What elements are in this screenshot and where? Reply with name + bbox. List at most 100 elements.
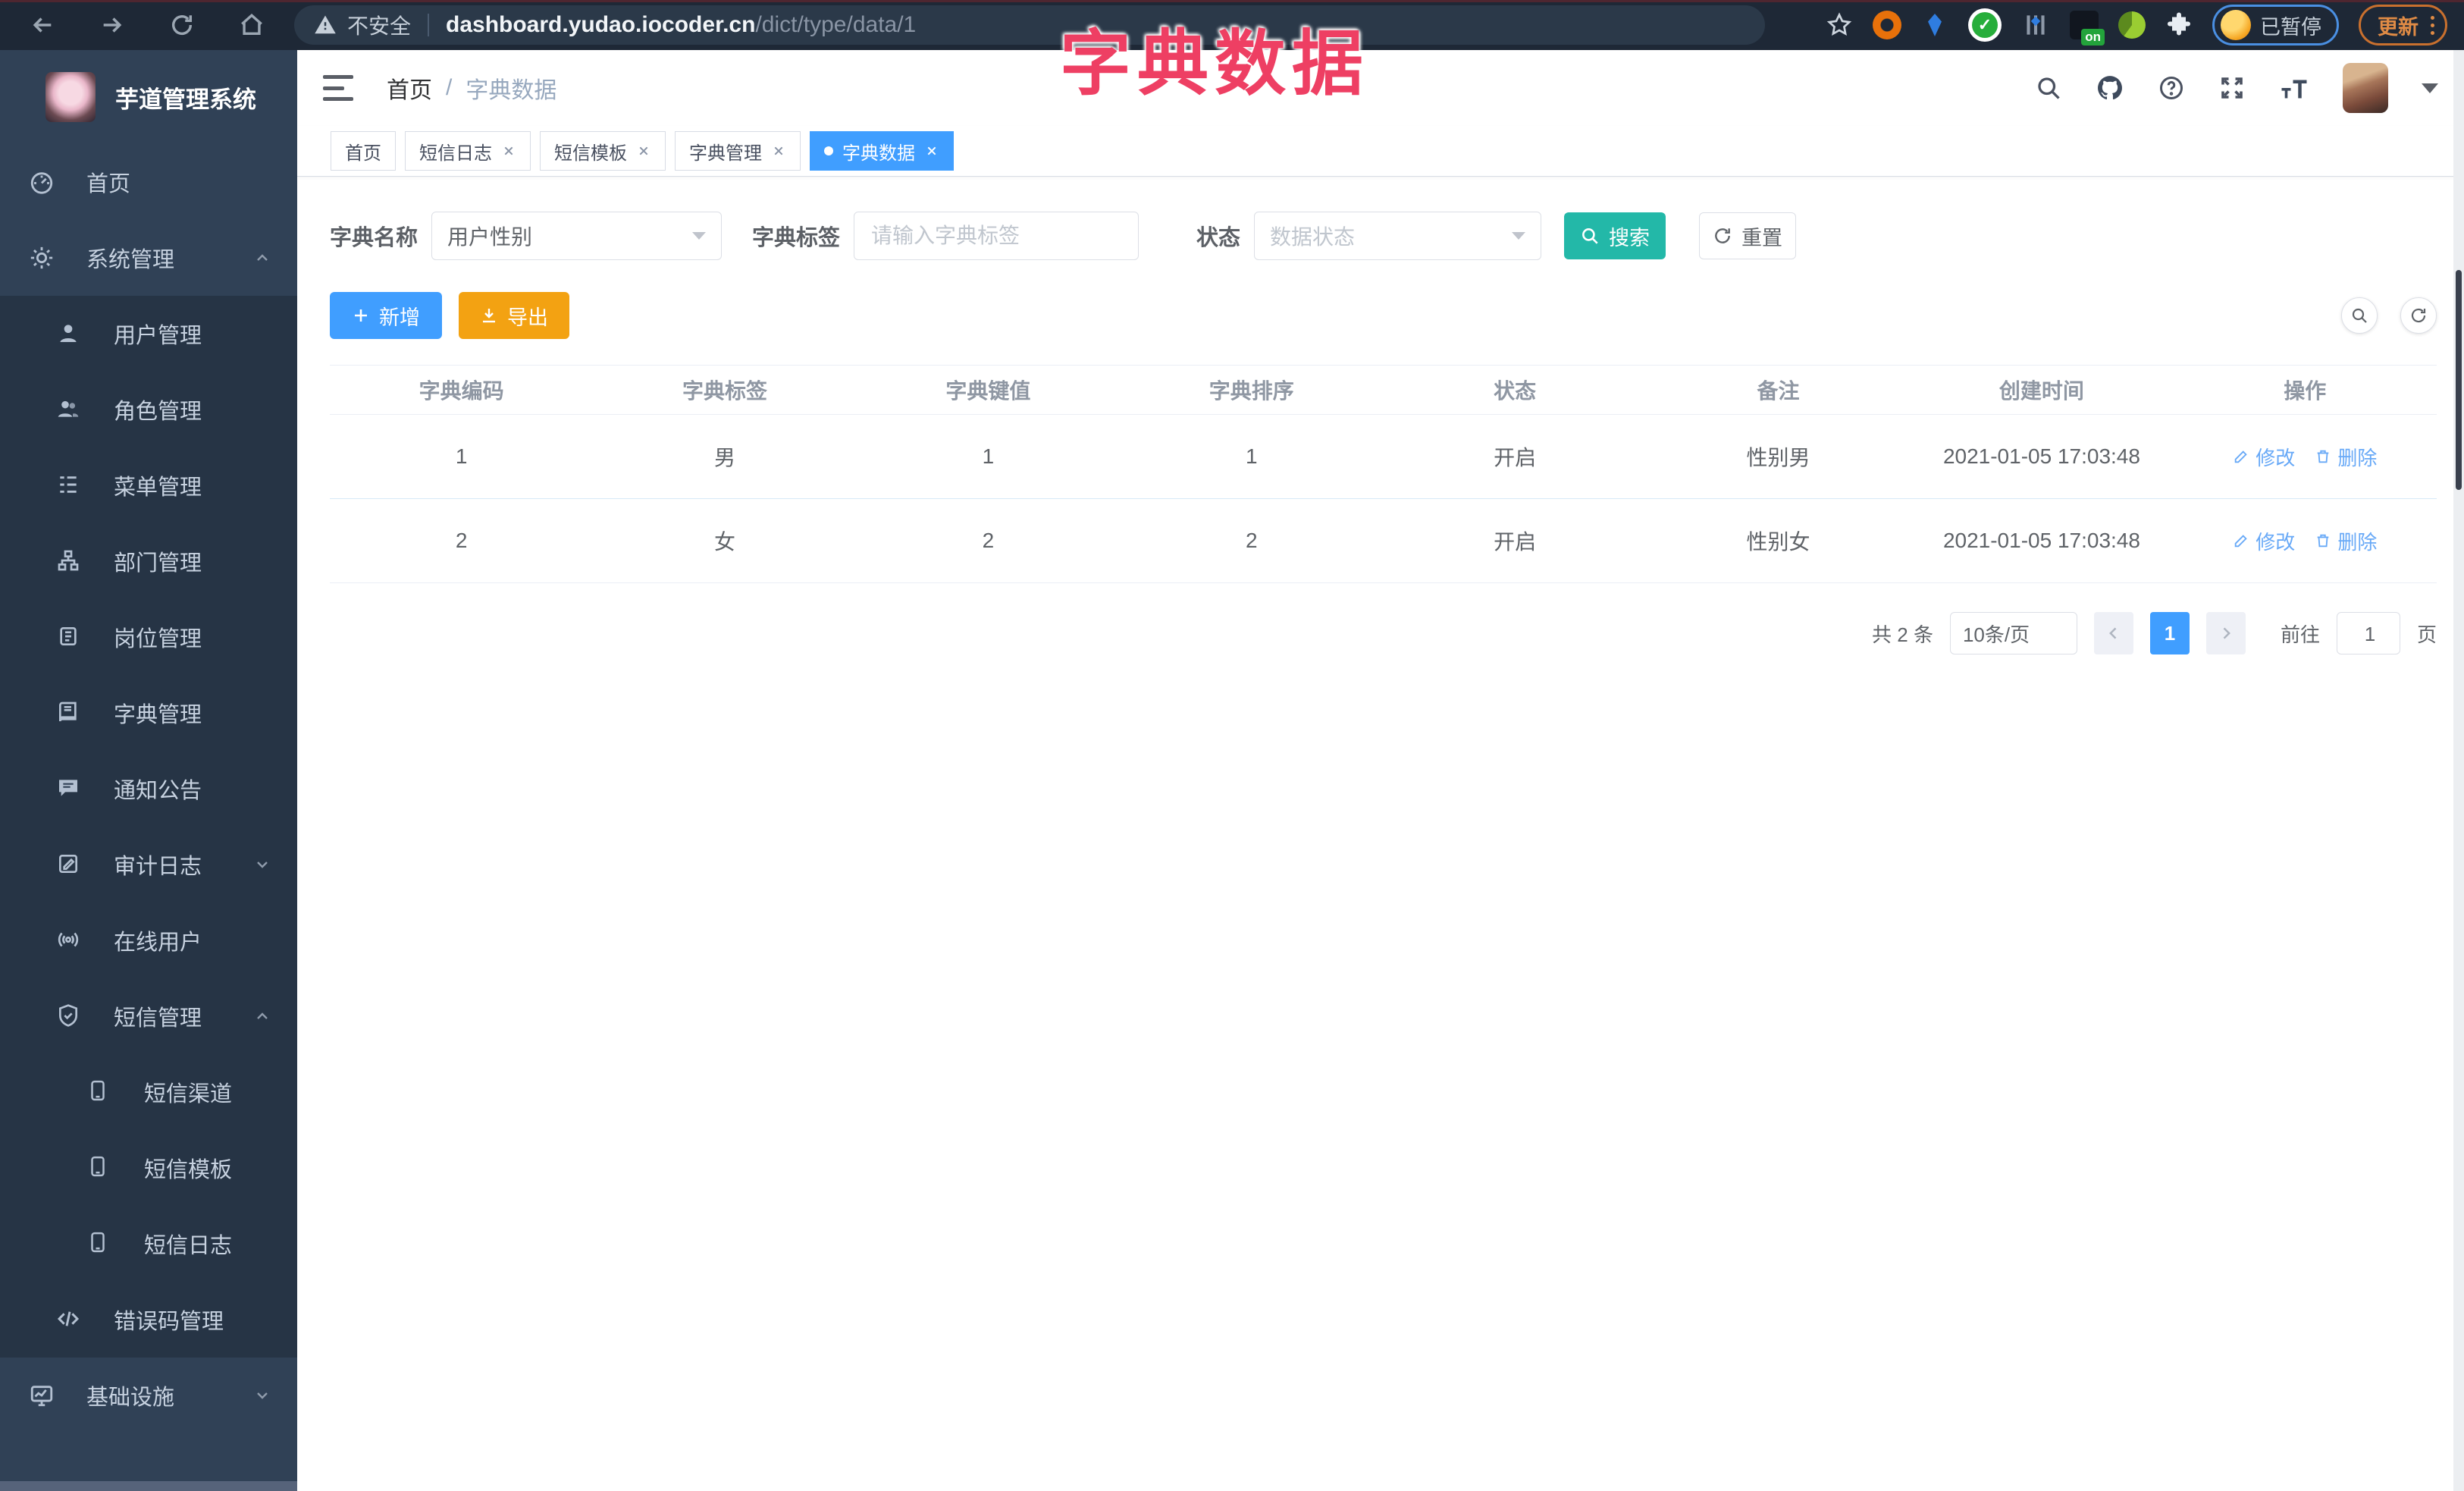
sidebar-item-posts[interactable]: 岗位管理 bbox=[0, 599, 297, 675]
sidebar-item-sms-channel[interactable]: 短信渠道 bbox=[0, 1054, 297, 1130]
sidebar-item-roles[interactable]: 角色管理 bbox=[0, 372, 297, 447]
tag-dict-manage[interactable]: 字典管理 bbox=[675, 131, 801, 171]
sidebar-item-sms-template[interactable]: 短信模板 bbox=[0, 1130, 297, 1206]
dict-name-select[interactable]: 用户性别 bbox=[431, 212, 723, 260]
sidebar-item-audit-log[interactable]: 审计日志 bbox=[0, 827, 297, 902]
main-area: 首页 / 字典数据 首页 短信日志 短信模板 字典管理 字典数据 字典名称 用户… bbox=[297, 50, 2464, 1491]
reset-button[interactable]: 重置 bbox=[1699, 212, 1797, 259]
sidebar-item-system[interactable]: 系统管理 bbox=[0, 220, 297, 296]
help-icon[interactable] bbox=[2158, 74, 2185, 102]
breadcrumb-home[interactable]: 首页 bbox=[387, 71, 432, 105]
sidebar-item-sms[interactable]: 短信管理 bbox=[0, 978, 297, 1054]
url-bar[interactable]: 不安全 dashboard.yudao.iocoder.cn /dict/typ… bbox=[294, 5, 1765, 45]
github-icon[interactable] bbox=[2096, 74, 2124, 102]
cell-status: 开启 bbox=[1494, 530, 1537, 554]
delete-link[interactable]: 删除 bbox=[2315, 527, 2377, 555]
toggle-search-button[interactable] bbox=[2341, 297, 2378, 334]
search-icon[interactable] bbox=[2035, 74, 2062, 102]
font-size-icon[interactable] bbox=[2279, 74, 2309, 102]
extension-on-icon[interactable]: on bbox=[2070, 11, 2105, 46]
edit-link[interactable]: 修改 bbox=[2233, 443, 2295, 471]
search-button[interactable]: 搜索 bbox=[1564, 212, 1666, 259]
breadcrumb-current: 字典数据 bbox=[466, 78, 557, 103]
url-host: dashboard.yudao.iocoder.cn bbox=[446, 12, 756, 37]
tag-home[interactable]: 首页 bbox=[331, 131, 396, 171]
sidebar-item-label: 通知公告 bbox=[114, 779, 202, 803]
sidebar-item-notice[interactable]: 通知公告 bbox=[0, 751, 297, 827]
goto-page-input[interactable] bbox=[2337, 613, 2403, 655]
edit-link-label: 修改 bbox=[2256, 446, 2296, 469]
close-icon[interactable] bbox=[924, 143, 939, 159]
tag-label: 短信日志 bbox=[419, 143, 492, 164]
col-remark: 备注 bbox=[1757, 379, 1800, 403]
close-icon[interactable] bbox=[501, 143, 516, 159]
kebab-menu-icon[interactable] bbox=[2431, 15, 2434, 35]
close-icon[interactable] bbox=[636, 143, 651, 159]
sidebar-scrollbar-horizontal[interactable] bbox=[0, 1481, 297, 1491]
prev-page-button[interactable] bbox=[2093, 612, 2133, 654]
export-button[interactable]: 导出 bbox=[459, 292, 569, 339]
table-row[interactable]: 2 女 2 2 开启 性别女 2021-01-05 17:03:48 修改 删除 bbox=[330, 499, 2437, 583]
sidebar-item-sms-log[interactable]: 短信日志 bbox=[0, 1206, 297, 1282]
sidebar-item-error-code[interactable]: 错误码管理 bbox=[0, 1282, 297, 1358]
next-page-button[interactable] bbox=[2205, 612, 2246, 654]
sidebar-item-users[interactable]: 用户管理 bbox=[0, 296, 297, 372]
reset-button-label: 重置 bbox=[1741, 226, 1783, 250]
dict-tag-label: 字典标签 bbox=[752, 226, 841, 250]
page-scrollbar[interactable] bbox=[2453, 50, 2464, 1491]
reload-icon[interactable] bbox=[168, 11, 196, 39]
fullscreen-icon[interactable] bbox=[2218, 74, 2246, 102]
sidebar-item-online-users[interactable]: 在线用户 bbox=[0, 902, 297, 978]
close-icon[interactable] bbox=[771, 143, 786, 159]
sidebar-item-infrastructure[interactable]: 基础设施 bbox=[0, 1358, 297, 1433]
extension-check-icon[interactable]: ✓ bbox=[1968, 8, 2002, 42]
tag-sms-log[interactable]: 短信日志 bbox=[405, 131, 531, 171]
sidebar-item-dict[interactable]: 字典管理 bbox=[0, 675, 297, 751]
status-select[interactable]: 数据状态 bbox=[1254, 212, 1542, 260]
chevron-down-icon bbox=[692, 232, 707, 240]
edit-link[interactable]: 修改 bbox=[2233, 527, 2295, 555]
sidebar-item-label: 菜单管理 bbox=[114, 476, 202, 500]
tag-dict-data[interactable]: 字典数据 bbox=[810, 131, 954, 171]
extensions-puzzle-icon[interactable] bbox=[2165, 11, 2193, 39]
home-icon[interactable] bbox=[238, 11, 265, 39]
extension-leaf-icon[interactable] bbox=[2118, 11, 2146, 39]
sidebar-item-departments[interactable]: 部门管理 bbox=[0, 523, 297, 599]
extension-orange-icon[interactable] bbox=[1873, 11, 1901, 39]
tags-view: 首页 短信日志 短信模板 字典管理 字典数据 bbox=[297, 126, 2464, 177]
table-row[interactable]: 1 男 1 1 开启 性别男 2021-01-05 17:03:48 修改 删除 bbox=[330, 415, 2437, 499]
add-button[interactable]: 新增 bbox=[330, 292, 442, 339]
delete-link[interactable]: 删除 bbox=[2315, 443, 2377, 471]
online-users-icon bbox=[56, 928, 82, 953]
caret-down-icon[interactable] bbox=[2422, 83, 2438, 93]
update-button[interactable]: 更新 bbox=[2359, 5, 2447, 46]
back-icon[interactable] bbox=[29, 11, 56, 39]
refresh-button[interactable] bbox=[2400, 297, 2437, 334]
forward-icon[interactable] bbox=[99, 11, 126, 39]
profile-paused-badge[interactable]: 已暂停 bbox=[2212, 5, 2339, 46]
sidebar-item-menus[interactable]: 菜单管理 bbox=[0, 447, 297, 523]
sidebar-item-label: 短信管理 bbox=[114, 1006, 202, 1031]
cell-sort: 1 bbox=[1246, 444, 1258, 468]
top-edge-line bbox=[0, 0, 2464, 2]
app-logo-row[interactable]: 芋道管理系统 bbox=[0, 50, 297, 144]
extension-sliders-icon[interactable] bbox=[2021, 11, 2050, 39]
sidebar-item-label: 短信渠道 bbox=[144, 1082, 233, 1106]
paused-label: 已暂停 bbox=[2260, 15, 2321, 39]
dict-tag-input-wrap bbox=[854, 212, 1140, 260]
sidebar-item-home[interactable]: 首页 bbox=[0, 144, 297, 220]
active-dot-icon bbox=[824, 146, 833, 155]
url-path: /dict/type/data/1 bbox=[755, 12, 917, 37]
dict-tag-input[interactable] bbox=[870, 223, 1124, 249]
bookmark-star-icon[interactable] bbox=[1826, 11, 1853, 39]
tag-sms-template[interactable]: 短信模板 bbox=[540, 131, 666, 171]
phone-icon bbox=[86, 1155, 112, 1181]
avatar[interactable] bbox=[2343, 63, 2388, 113]
hamburger-icon[interactable] bbox=[323, 74, 353, 102]
page-scrollbar-thumb[interactable] bbox=[2456, 270, 2462, 490]
sidebar-item-label: 字典管理 bbox=[114, 703, 202, 727]
extension-gem-icon[interactable] bbox=[1921, 11, 1948, 39]
page-size-select[interactable]: 10条/页 bbox=[1949, 612, 2077, 654]
tag-label: 字典数据 bbox=[842, 143, 915, 164]
page-number-button[interactable]: 1 bbox=[2149, 612, 2190, 654]
